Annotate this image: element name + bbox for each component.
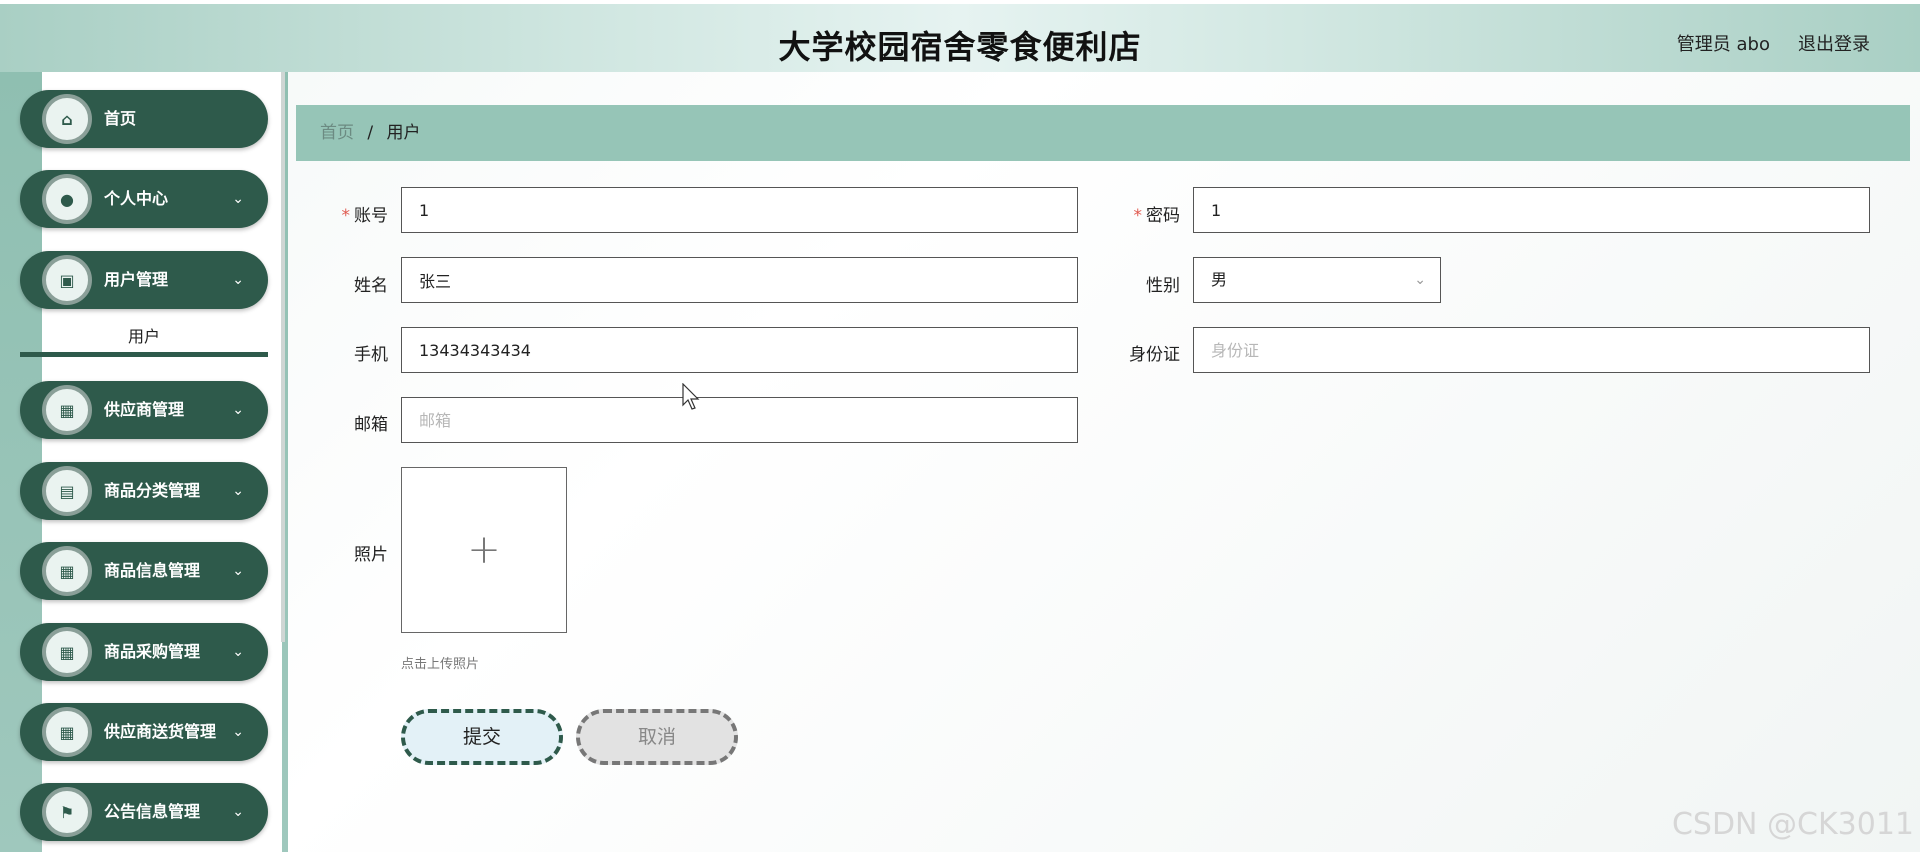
cancel-button[interactable]: 取消: [576, 709, 738, 765]
clipboard-icon: ▤: [42, 466, 92, 516]
sidebar-subitem-users[interactable]: 用户: [20, 317, 268, 357]
email-label: 邮箱: [354, 415, 388, 435]
grid-icon: ▦: [42, 707, 92, 757]
breadcrumb-home-link[interactable]: 首页: [320, 123, 354, 143]
gender-label: 性别: [1146, 276, 1180, 296]
sidebar-item-product-management[interactable]: ▦ 商品信息管理 ⌄: [20, 542, 268, 600]
site-title: 大学校园宿舍零食便利店: [778, 28, 1142, 66]
sidebar-item-label: 首页: [104, 109, 137, 128]
sidebar-item-user-management[interactable]: ▣ 用户管理 ⌄: [20, 251, 268, 309]
chevron-down-icon: ⌄: [232, 724, 244, 740]
phone-label: 手机: [354, 345, 388, 365]
gender-select[interactable]: 男 ⌄: [1193, 257, 1441, 303]
watermark: CSDN @CK3011: [1671, 807, 1914, 842]
account-label: * 账号: [326, 201, 389, 226]
home-icon: ⌂: [42, 94, 92, 144]
email-input[interactable]: [401, 397, 1078, 443]
breadcrumb-separator: /: [367, 123, 374, 143]
grid-icon: ▦: [42, 385, 92, 435]
chevron-down-icon: ⌄: [232, 191, 244, 207]
sidebar-item-personal-center[interactable]: ● 个人中心 ⌄: [20, 170, 268, 228]
account-input[interactable]: [401, 187, 1078, 233]
sidebar-item-label: 个人中心: [104, 189, 169, 208]
sidebar-item-category-management[interactable]: ▤ 商品分类管理 ⌄: [20, 462, 268, 520]
sidebar-item-label: 商品采购管理: [104, 642, 201, 661]
main-content: 首页 / 用户 *账号 *密码 姓名 性别 男 ⌄ 手机 身份证 邮箱 照片 +…: [296, 105, 1910, 805]
breadcrumb-current: 用户: [386, 123, 421, 143]
sidebar-item-label: 供应商管理: [104, 400, 185, 419]
sidebar-item-purchase-management[interactable]: ▦ 商品采购管理 ⌄: [20, 623, 268, 681]
current-user-label: 管理员 abo: [1676, 34, 1770, 55]
submit-button[interactable]: 提交: [401, 709, 563, 765]
chevron-down-icon: ⌄: [232, 804, 244, 820]
photo-upload-area[interactable]: +: [401, 467, 567, 633]
sidebar-item-delivery-management[interactable]: ▦ 供应商送货管理 ⌄: [20, 703, 268, 761]
flag-icon: ⚑: [42, 787, 92, 837]
sidebar-item-label: 供应商送货管理: [104, 722, 217, 741]
chevron-down-icon: ⌄: [232, 402, 244, 418]
breadcrumb: 首页 / 用户: [296, 105, 1910, 161]
sidebar-item-announcement-management[interactable]: ⚑ 公告信息管理 ⌄: [20, 783, 268, 841]
sidebar-item-label: 商品信息管理: [104, 561, 201, 580]
required-marker: *: [1133, 206, 1143, 226]
account-label-text: 账号: [354, 206, 388, 226]
photo-label: 照片: [354, 545, 388, 565]
mouse-cursor-icon: [682, 383, 700, 410]
sidebar-item-home[interactable]: ⌂ 首页: [20, 90, 268, 148]
name-label: 姓名: [354, 276, 388, 296]
password-label: * 密码: [1118, 201, 1181, 226]
password-label-text: 密码: [1146, 206, 1180, 226]
chevron-down-icon: ⌄: [232, 272, 244, 288]
grid-icon: ▦: [42, 546, 92, 596]
sidebar-item-label: 用户管理: [104, 270, 169, 289]
chevron-down-icon: ⌄: [232, 483, 244, 499]
grid-icon: ▦: [42, 627, 92, 677]
chevron-down-icon: ⌄: [232, 563, 244, 579]
top-header: 大学校园宿舍零食便利店 管理员 abo 退出登录: [0, 0, 1920, 72]
password-input[interactable]: [1193, 187, 1870, 233]
photo-upload-hint: 点击上传照片: [401, 657, 480, 672]
person-icon: ●: [42, 174, 92, 224]
chevron-down-icon: ⌄: [1414, 272, 1426, 288]
gender-select-value: 男: [1211, 270, 1228, 289]
chart-icon: ▣: [42, 255, 92, 305]
id-card-input[interactable]: [1193, 327, 1870, 373]
chevron-down-icon: ⌄: [232, 644, 244, 660]
name-input[interactable]: [401, 257, 1078, 303]
plus-icon: +: [467, 527, 501, 573]
sidebar-item-label: 商品分类管理: [104, 481, 201, 500]
id-card-label: 身份证: [1129, 345, 1180, 365]
logout-link[interactable]: 退出登录: [1798, 30, 1870, 56]
sidebar: ⌂ 首页 ● 个人中心 ⌄ ▣ 用户管理 ⌄ 用户 ▦ 供应商管理 ⌄ ▤ 商品…: [0, 72, 288, 852]
required-marker: *: [341, 206, 351, 226]
sidebar-item-label: 公告信息管理: [104, 802, 201, 821]
phone-input[interactable]: [401, 327, 1078, 373]
sidebar-scrollbar[interactable]: [281, 72, 285, 642]
sidebar-item-supplier-management[interactable]: ▦ 供应商管理 ⌄: [20, 381, 268, 439]
